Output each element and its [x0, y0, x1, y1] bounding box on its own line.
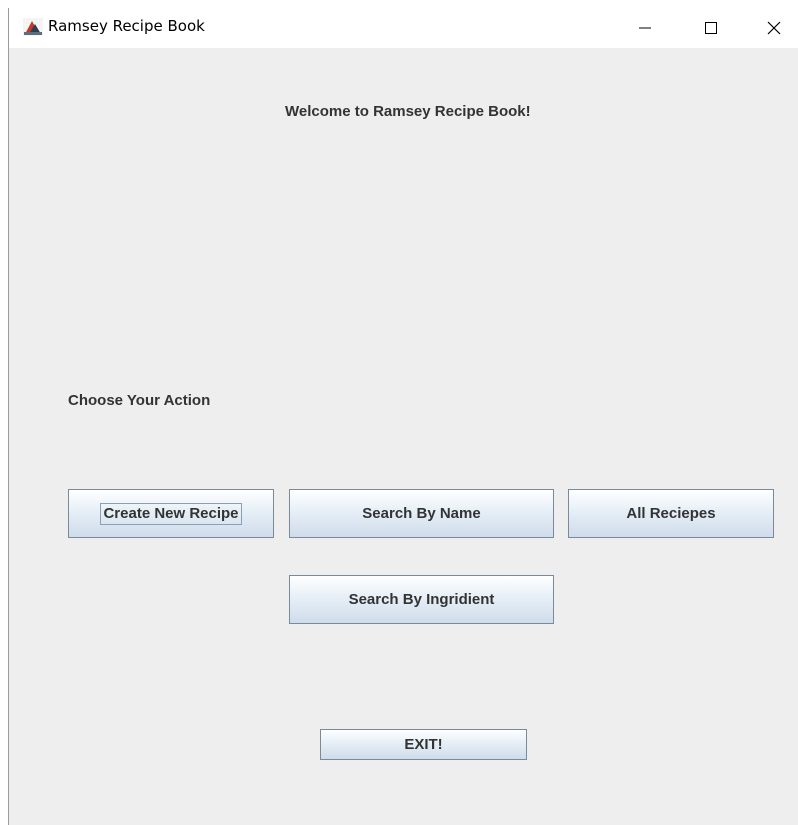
maximize-icon — [704, 21, 718, 35]
close-button[interactable] — [751, 8, 797, 48]
java-app-icon — [23, 18, 43, 36]
welcome-heading: Welcome to Ramsey Recipe Book! — [285, 103, 531, 120]
exit-button[interactable]: EXIT! — [320, 729, 527, 760]
close-icon — [767, 21, 781, 35]
choose-action-label: Choose Your Action — [68, 392, 211, 409]
search-by-name-button[interactable]: Search By Name — [289, 489, 554, 538]
window-title: Ramsey Recipe Book — [48, 17, 205, 35]
maximize-button[interactable] — [688, 8, 734, 48]
title-bar[interactable]: Ramsey Recipe Book — [9, 8, 798, 48]
search-by-ingredient-label: Search By Ingridient — [348, 591, 495, 608]
minimize-icon — [638, 21, 652, 35]
exit-label: EXIT! — [404, 736, 443, 753]
search-by-ingredient-button[interactable]: Search By Ingridient — [289, 575, 554, 624]
create-new-recipe-button[interactable]: Create New Recipe — [68, 489, 274, 538]
all-recipes-label: All Reciepes — [626, 505, 716, 522]
all-recipes-button[interactable]: All Reciepes — [568, 489, 774, 538]
app-window: Ramsey Recipe Book Welcome to Ramsey Rec… — [8, 8, 798, 825]
minimize-button[interactable] — [622, 8, 668, 48]
search-by-name-label: Search By Name — [362, 505, 481, 522]
create-new-recipe-label: Create New Recipe — [100, 502, 242, 525]
